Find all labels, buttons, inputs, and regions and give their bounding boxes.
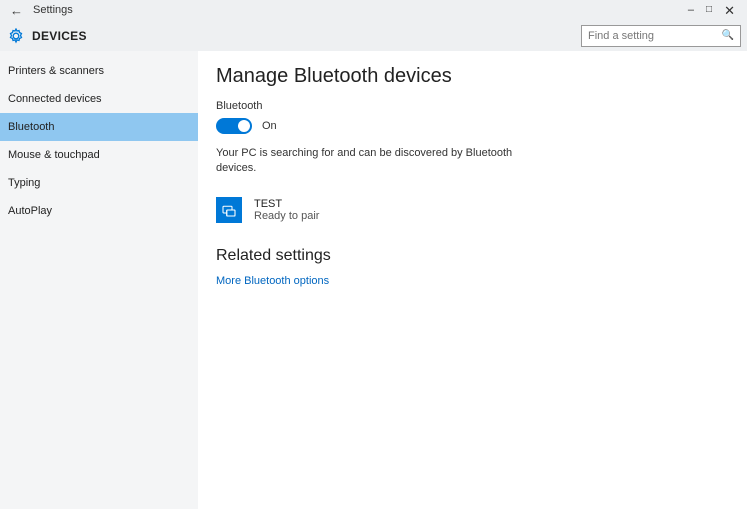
toggle-label: Bluetooth [216,100,729,112]
minimize-button[interactable]: – [688,5,694,16]
page-title: Manage Bluetooth devices [216,65,729,88]
sidebar-item-label: Typing [8,177,40,189]
window-title: Settings [33,4,73,16]
back-button[interactable]: ← [10,3,23,18]
category-title: DEVICES [32,29,87,43]
sidebar-item-label: Connected devices [8,93,102,105]
sidebar-item-label: Bluetooth [8,121,54,133]
toggle-knob [238,120,250,132]
main-panel: Manage Bluetooth devices Bluetooth On Yo… [198,51,747,509]
related-settings-title: Related settings [216,247,729,265]
sidebar-item-typing[interactable]: Typing [0,169,198,197]
window-controls: – □ ✕ [688,4,741,17]
sidebar-item-bluetooth[interactable]: Bluetooth [0,113,198,141]
sidebar-item-printers[interactable]: Printers & scanners [0,57,198,85]
sidebar-item-mouse-touchpad[interactable]: Mouse & touchpad [0,141,198,169]
titlebar: ← Settings – □ ✕ [0,0,747,20]
search-input[interactable] [588,30,718,42]
maximize-button[interactable]: □ [706,5,712,15]
sidebar-item-autoplay[interactable]: AutoPlay [0,197,198,225]
sidebar-item-connected-devices[interactable]: Connected devices [0,85,198,113]
header: DEVICES 🔍 [0,20,747,51]
sidebar-item-label: Mouse & touchpad [8,149,100,161]
gear-icon [8,28,24,44]
status-text: Your PC is searching for and can be disc… [216,146,536,177]
device-name: TEST [254,198,319,210]
sidebar-item-label: AutoPlay [8,205,52,217]
bluetooth-toggle[interactable] [216,118,252,134]
sidebar-item-label: Printers & scanners [8,65,104,77]
more-bluetooth-options-link[interactable]: More Bluetooth options [216,275,729,287]
toggle-state-label: On [262,120,277,132]
close-button[interactable]: ✕ [724,4,735,17]
device-info: TEST Ready to pair [254,198,319,222]
search-box[interactable]: 🔍 [581,25,741,47]
search-icon: 🔍 [722,30,734,41]
device-item[interactable]: TEST Ready to pair [216,197,729,223]
sidebar: Printers & scanners Connected devices Bl… [0,51,198,509]
device-icon [216,197,242,223]
device-status: Ready to pair [254,210,319,222]
